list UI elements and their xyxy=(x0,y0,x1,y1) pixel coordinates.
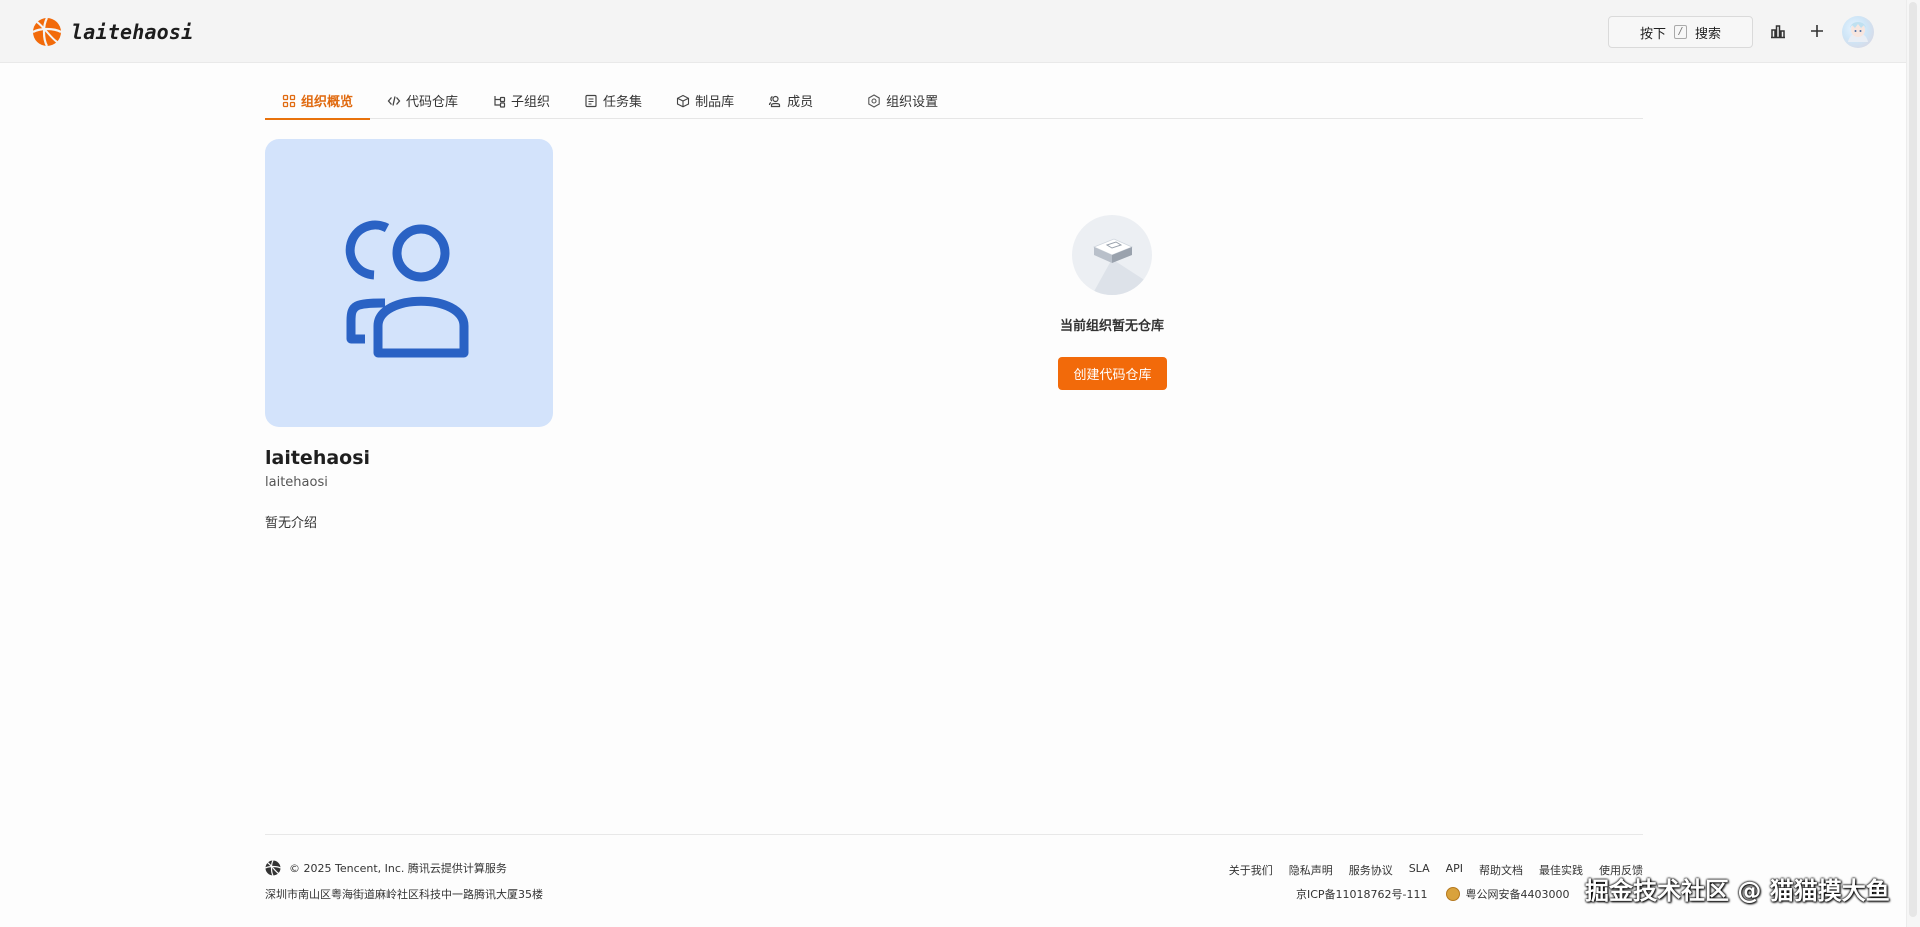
user-avatar[interactable] xyxy=(1842,16,1874,48)
footer-link-api[interactable]: API xyxy=(1446,862,1463,878)
tab-settings[interactable]: 组织设置 xyxy=(850,82,955,119)
brand[interactable]: laitehaosi xyxy=(32,17,193,47)
tab-sub-orgs[interactable]: 子组织 xyxy=(475,82,567,119)
footer-address: 深圳市南山区粤海街道麻岭社区科技中一路腾讯大厦35楼 xyxy=(265,888,543,901)
tab-label: 组织概览 xyxy=(301,95,354,110)
empty-state-message: 当前组织暂无仓库 xyxy=(1059,319,1164,334)
search-button[interactable]: 按下 / 搜索 xyxy=(1608,16,1753,48)
footer-link-docs[interactable]: 帮助文档 xyxy=(1479,862,1523,878)
tab-artifacts[interactable]: 制品库 xyxy=(659,82,751,119)
tencent-logo-icon xyxy=(265,860,281,876)
grid-icon xyxy=(282,94,296,107)
page-scrollbar[interactable] xyxy=(1906,0,1920,927)
org-description: 暂无介绍 xyxy=(265,516,318,531)
tab-overview[interactable]: 组织概览 xyxy=(265,82,371,120)
org-users-icon xyxy=(345,220,469,358)
tab-label: 组织设置 xyxy=(886,95,939,110)
slash-key-icon: / xyxy=(1674,25,1687,39)
footer-link-terms[interactable]: 服务协议 xyxy=(1349,862,1393,878)
footer-copyright: © 2025 Tencent, Inc. 腾讯云提供计算服务 xyxy=(265,860,507,876)
icp-link[interactable]: 京ICP备11018762号-111 xyxy=(1296,886,1428,902)
footer-link-sla[interactable]: SLA xyxy=(1409,862,1430,878)
chart-icon[interactable] xyxy=(1769,22,1787,40)
tab-label: 成员 xyxy=(787,95,814,110)
empty-repo-illustration xyxy=(1072,215,1152,295)
code-icon xyxy=(387,95,401,106)
search-key-hint: 按下 xyxy=(1639,26,1666,42)
list-doc-icon xyxy=(585,94,597,107)
tab-repositories[interactable]: 代码仓库 xyxy=(370,82,475,119)
copyright-text: © 2025 Tencent, Inc. 腾讯云提供计算服务 xyxy=(289,862,507,875)
footer-link-privacy[interactable]: 隐私声明 xyxy=(1289,862,1333,878)
footer-divider xyxy=(265,834,1643,835)
watermark: 掘金技术社区 @ 猫猫摸大鱼 xyxy=(1585,877,1890,905)
top-header: laitehaosi 按下 / 搜索 xyxy=(0,0,1906,63)
avatar-image-icon xyxy=(1848,22,1868,42)
search-label: 搜索 xyxy=(1695,26,1722,42)
org-slug: laitehaosi xyxy=(265,475,328,490)
users-icon xyxy=(768,95,781,107)
police-record[interactable]: 粤公网安备4403000 xyxy=(1466,886,1570,902)
tab-label: 制品库 xyxy=(695,95,735,110)
org-name: laitehaosi xyxy=(265,447,371,469)
police-badge-icon xyxy=(1445,887,1460,901)
tab-label: 子组织 xyxy=(511,95,551,110)
tab-members[interactable]: 成员 xyxy=(751,82,830,119)
tab-label: 代码仓库 xyxy=(406,95,459,110)
create-repo-button[interactable]: 创建代码仓库 xyxy=(1058,357,1167,390)
scrollbar-thumb[interactable] xyxy=(1909,2,1917,917)
hierarchy-icon xyxy=(494,95,506,108)
footer-link-about[interactable]: 关于我们 xyxy=(1229,862,1273,878)
gear-icon xyxy=(868,93,880,108)
brand-name: laitehaosi xyxy=(71,20,194,44)
org-tabs: 组织概览 代码仓库 子组织 任务集 制品库 成员 组织设置 xyxy=(265,82,1643,120)
org-avatar xyxy=(265,139,553,427)
footer-links: 关于我们 隐私声明 服务协议 SLA API 帮助文档 最佳实践 使用反馈 xyxy=(1213,862,1643,878)
box-icon xyxy=(677,94,690,107)
tab-label: 任务集 xyxy=(603,95,643,110)
empty-box-icon xyxy=(1092,238,1152,295)
tab-task-sets[interactable]: 任务集 xyxy=(567,82,659,119)
brand-logo-icon xyxy=(32,17,62,47)
plus-icon[interactable] xyxy=(1808,22,1826,40)
footer-link-best-practices[interactable]: 最佳实践 xyxy=(1539,862,1583,878)
footer-icp: 京ICP备11018762号-111 粤公网安备4403000 xyxy=(1296,886,1570,902)
